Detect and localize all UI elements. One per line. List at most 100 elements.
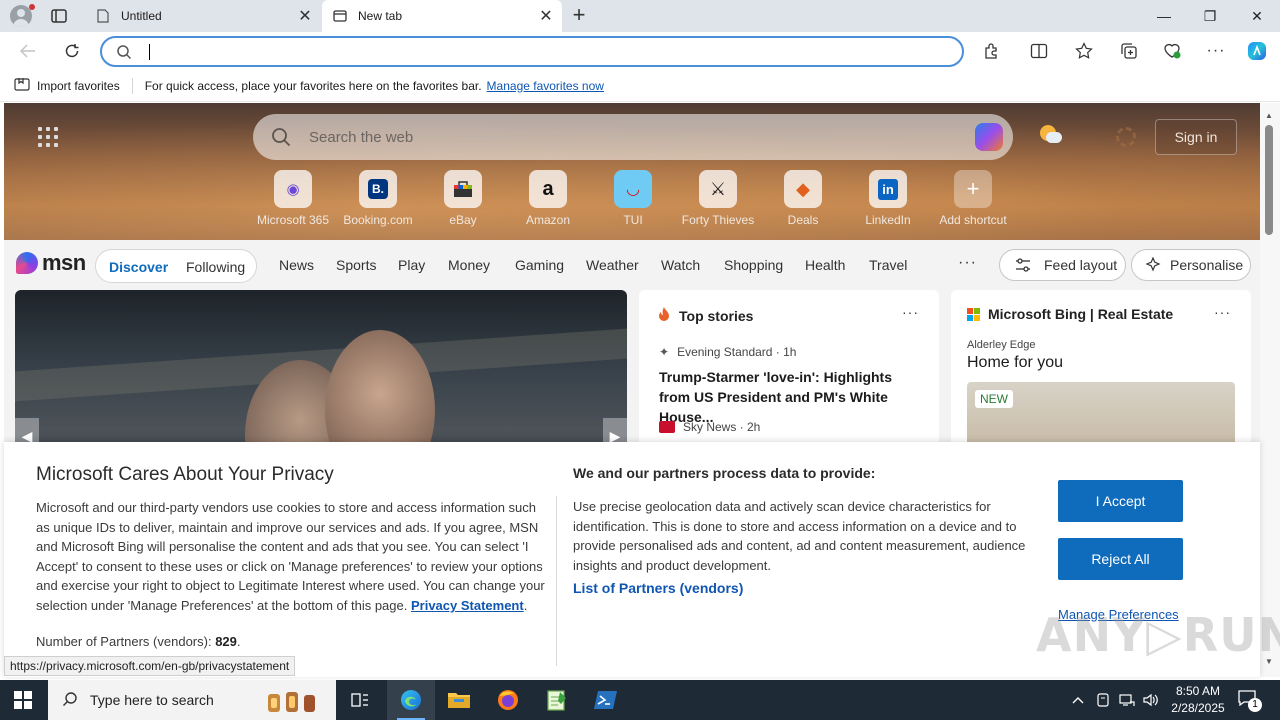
page-icon [95,8,111,24]
msn-butterfly-icon [16,252,38,274]
volume-icon[interactable] [1141,680,1161,720]
bing-card-title: Microsoft Bing | Real Estate [988,306,1174,322]
extensions-icon[interactable] [980,40,1002,62]
shortcut-forty-thieves[interactable]: ⚔ Forty Thieves [678,170,758,227]
new-tab-plus-icon[interactable]: + [568,4,590,27]
page-scrollbar[interactable]: ▲ ▼ [1260,103,1280,677]
shortcut-amazon[interactable]: a Amazon [508,170,588,227]
tab-title: New tab [358,9,403,23]
taskbar-search[interactable]: Type here to search [48,680,336,720]
nav-weather[interactable]: Weather [586,257,639,273]
sparkle-icon [1144,257,1162,272]
clock-date: 2/28/2025 [1171,701,1225,715]
notification-center-icon[interactable]: 1 [1238,690,1262,712]
nav-more-icon[interactable]: ··· [958,254,977,272]
close-window-icon[interactable]: ✕ [1234,0,1280,32]
shortcut-ebay[interactable]: eBay [423,170,503,227]
nav-gaming[interactable]: Gaming [515,257,564,273]
evening-standard-icon: ✦ [659,345,670,359]
profile-notification-dot [29,4,35,10]
scroll-up-icon[interactable]: ▲ [1265,111,1273,120]
gear-icon[interactable] [1116,127,1136,147]
nav-health[interactable]: Health [805,257,845,273]
feed-layout-button[interactable]: Feed layout [999,249,1126,281]
partners-label: Number of Partners (vendors): [36,634,212,649]
minimize-icon[interactable]: — [1141,0,1187,32]
shortcut-booking[interactable]: B. Booking.com [338,170,418,227]
collections-icon[interactable] [1118,40,1140,62]
tab-new-tab[interactable]: New tab ✕ [322,0,562,32]
microsoft-logo-icon [967,307,980,321]
nav-watch[interactable]: Watch [661,257,700,273]
favorites-star-icon[interactable] [1073,40,1095,62]
copilot-icon[interactable] [1246,40,1268,62]
nav-sports[interactable]: Sports [336,257,376,273]
tab-following[interactable]: Following [186,259,245,275]
system-clock[interactable]: 8:50 AM 2/28/2025 [1164,683,1232,717]
story-headline[interactable]: Trump-Starmer 'love-in': Highlights from… [659,367,924,427]
msn-navigation: msn Discover Following News Sports Play … [4,240,1260,288]
import-icon [14,77,30,94]
privacy-statement-link[interactable]: Privacy Statement [411,598,524,613]
more-options-icon[interactable]: ··· [902,304,919,320]
restore-icon[interactable]: ❐ [1187,0,1233,32]
browser-essentials-icon[interactable] [1161,40,1183,62]
personalise-button[interactable]: Personalise [1131,249,1251,281]
add-shortcut-button[interactable]: + Add shortcut [933,170,1013,227]
shortcut-label: Amazon [525,213,571,227]
msn-search-box[interactable]: Search the web [253,114,1013,160]
firefox-icon[interactable] [484,680,532,720]
network-icon[interactable] [1117,680,1137,720]
msn-logo[interactable]: msn [16,250,86,276]
powershell-icon[interactable] [582,680,630,720]
copilot-icon[interactable] [975,123,1003,151]
reject-all-button[interactable]: Reject All [1058,538,1183,580]
shortcut-deals[interactable]: ◆ Deals [763,170,843,227]
hero-background: Search the web Sign in ◉ Microsoft 365 B… [4,103,1260,240]
close-tab-icon[interactable]: ✕ [295,6,315,26]
accept-button[interactable]: I Accept [1058,480,1183,522]
watermark-logo: ANY▷RUN [1036,608,1280,662]
nav-travel[interactable]: Travel [869,257,907,273]
tray-network-device-icon[interactable] [1094,680,1112,720]
file-explorer-icon[interactable] [435,680,483,720]
nav-money[interactable]: Money [448,257,490,273]
shortcut-tui[interactable]: ◡ TUI [593,170,673,227]
nav-shopping[interactable]: Shopping [724,257,783,273]
nav-news[interactable]: News [279,257,314,273]
split-screen-icon[interactable] [1028,40,1050,62]
nav-play[interactable]: Play [398,257,425,273]
address-input[interactable] [154,41,934,63]
tab-discover[interactable]: Discover [109,259,168,275]
back-arrow-icon[interactable] [17,40,39,62]
shortcut-label: Deals [787,213,819,227]
import-favorites-button[interactable]: Import favorites [14,77,120,94]
scrollbar-thumb[interactable] [1265,125,1273,235]
windows-start-icon[interactable] [14,691,32,709]
tab-actions-icon[interactable] [50,7,68,25]
shortcut-microsoft-365[interactable]: ◉ Microsoft 365 [253,170,333,227]
more-options-icon[interactable]: ··· [1214,304,1231,320]
shortcut-label: Add shortcut [939,213,1007,227]
refresh-icon[interactable] [61,40,83,62]
apps-launcher-icon[interactable] [38,127,58,147]
notepad-plus-icon[interactable] [533,680,581,720]
close-tab-icon[interactable]: ✕ [536,6,556,26]
show-hidden-icons-icon[interactable] [1068,680,1088,720]
shortcut-linkedin[interactable]: in LinkedIn [848,170,928,227]
address-bar[interactable] [100,36,964,67]
task-view-icon[interactable] [336,680,384,720]
flame-icon [657,306,671,325]
favorites-bar: Import favorites For quick access, place… [0,70,1280,102]
weather-icon[interactable] [1040,125,1062,145]
notification-count-badge: 1 [1248,698,1262,712]
consent-body-text: Microsoft and our third-party vendors us… [36,500,545,613]
settings-more-icon[interactable]: ··· [1205,40,1227,62]
tab-untitled[interactable]: Untitled ✕ [85,0,321,32]
manage-favorites-link[interactable]: Manage favorites now [487,79,604,93]
sign-in-button[interactable]: Sign in [1155,119,1237,155]
consent-purposes-text: Use precise geolocation data and activel… [573,499,1026,573]
bing-listing-title: Home for you [967,354,1064,371]
list-of-partners-link[interactable]: List of Partners (vendors) [573,580,743,596]
edge-taskbar-icon[interactable] [387,680,435,720]
